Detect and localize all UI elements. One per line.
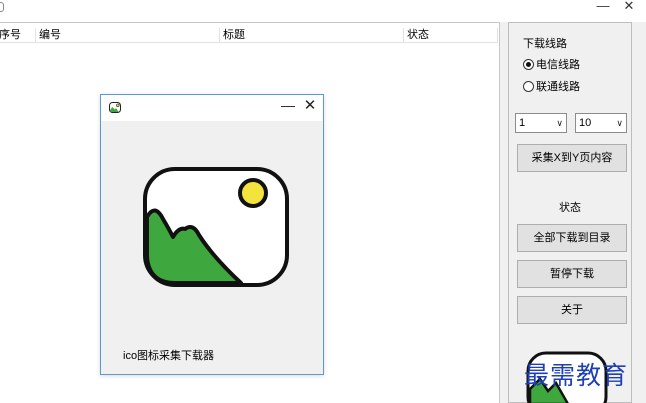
from-page-select[interactable]: 1 ∨ [515, 113, 567, 133]
column-header-title[interactable]: 标题 [220, 28, 404, 43]
popup-window[interactable]: — ✕ ico图标采集下载器 [100, 94, 324, 375]
popup-caption: ico图标采集下载器 [123, 350, 215, 362]
radio-telecom-indicator[interactable] [523, 58, 534, 70]
minimize-button[interactable]: — [596, 0, 610, 14]
column-header-status[interactable]: 状态 [404, 28, 498, 43]
column-header-id[interactable]: 编号 [36, 28, 220, 43]
popup-titlebar[interactable]: — ✕ [101, 95, 323, 121]
from-page-value: 1 [519, 117, 526, 129]
route-group-title: 下载线路 [523, 38, 567, 50]
chevron-down-icon[interactable]: ∨ [616, 114, 623, 132]
radio-telecom-route[interactable]: 电信线路 [523, 56, 580, 72]
watermark: 最需教育 [524, 361, 629, 390]
close-button[interactable]: ✕ [622, 0, 636, 14]
chevron-down-icon[interactable]: ∨ [556, 114, 563, 132]
image-icon [109, 102, 121, 113]
pause-download-button[interactable]: 暂停下载 [517, 260, 627, 288]
status-label: 状态 [559, 202, 581, 214]
radio-unicom-route[interactable]: 联通线路 [523, 78, 580, 94]
radio-unicom-label: 联通线路 [536, 81, 580, 93]
popup-minimize-button[interactable]: — [281, 97, 295, 113]
about-button[interactable]: 关于 [517, 296, 627, 324]
app-icon [0, 2, 4, 12]
column-header-index[interactable]: 序号 [0, 28, 36, 43]
control-panel: 下载线路 电信线路 联通线路 1 ∨ 10 ∨ 采集X到Y页内容 状态 全部下载… [508, 22, 632, 403]
to-page-select[interactable]: 10 ∨ [575, 113, 627, 133]
main-titlebar: — ✕ [0, 0, 646, 22]
collect-pages-button[interactable]: 采集X到Y页内容 [517, 144, 627, 172]
download-all-button[interactable]: 全部下载到目录 [517, 224, 627, 252]
list-header: 序号 编号 标题 状态 [0, 28, 498, 43]
popup-close-button[interactable]: ✕ [303, 96, 317, 114]
radio-telecom-label: 电信线路 [536, 59, 580, 71]
to-page-value: 10 [579, 117, 592, 129]
image-icon [143, 167, 289, 287]
radio-unicom-indicator[interactable] [523, 80, 534, 92]
